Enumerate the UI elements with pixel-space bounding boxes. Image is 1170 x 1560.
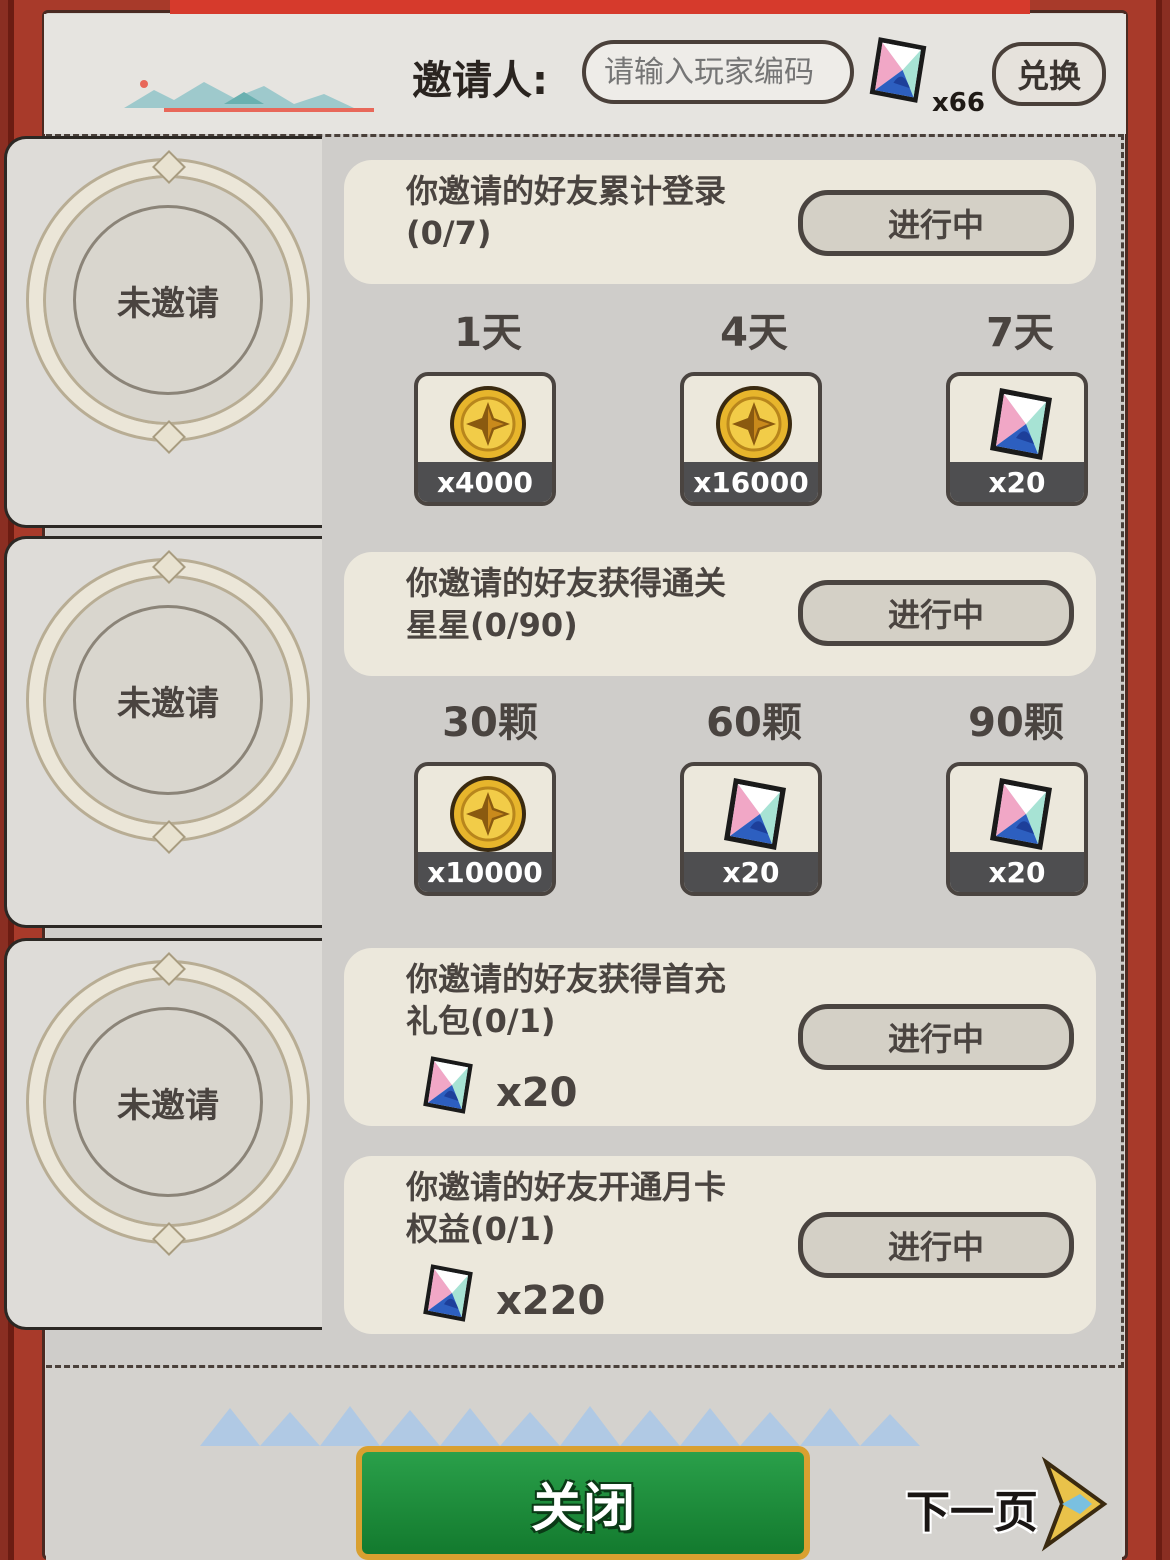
reward-quantity: x20 <box>950 462 1084 502</box>
reward-card[interactable]: x4000 <box>414 372 556 506</box>
reward-card[interactable]: x20 <box>946 372 1088 506</box>
invite-slot-1[interactable]: 未邀请 <box>4 136 322 528</box>
invite-slot-3[interactable]: 未邀请 <box>4 938 322 1330</box>
inviter-label: 邀请人: <box>412 58 548 104</box>
reward-quantity: x4000 <box>418 462 552 502</box>
invite-slot-2[interactable]: 未邀请 <box>4 536 322 928</box>
task-title: 你邀请的好友获得首充 礼包(0/1) <box>406 960 727 1040</box>
invite-slot-label: 未邀请 <box>73 605 263 795</box>
gem-icon <box>986 774 1056 854</box>
mountain-decoration-icon <box>200 1406 920 1446</box>
milestone-label: 30颗 <box>442 700 538 746</box>
coin-icon <box>714 384 794 464</box>
reward-quantity: x20 <box>950 852 1084 892</box>
task-title: 你邀请的好友获得通关 星星(0/90) <box>406 564 727 644</box>
player-code-input[interactable] <box>582 40 854 104</box>
gem-icon <box>986 384 1056 464</box>
milestone-label: 1天 <box>454 310 522 356</box>
invite-ring: 未邀请 <box>29 161 307 439</box>
task-first-recharge-card: 你邀请的好友获得首充 礼包(0/1) 进行中 x20 <box>344 948 1096 1126</box>
milestone-label: 60颗 <box>706 700 802 746</box>
gem-balance: x66 <box>866 32 986 118</box>
invite-slot-label: 未邀请 <box>73 205 263 395</box>
next-page-button[interactable]: 下一页 <box>900 1456 1110 1552</box>
reward-quantity: x20 <box>684 852 818 892</box>
invite-ring: 未邀请 <box>29 963 307 1241</box>
task-login-card: 你邀请的好友累计登录 (0/7) 进行中 <box>344 160 1096 284</box>
task-status-button[interactable]: 进行中 <box>798 580 1074 646</box>
task-title: 你邀请的好友累计登录 (0/7) <box>406 172 727 252</box>
invite-ring: 未邀请 <box>29 561 307 839</box>
redeem-button[interactable]: 兑换 <box>992 42 1106 106</box>
reward-card[interactable]: x16000 <box>680 372 822 506</box>
task-status-button[interactable]: 进行中 <box>798 1212 1074 1278</box>
milestone-label: 7天 <box>986 310 1054 356</box>
task-monthly-card: 你邀请的好友开通月卡 权益(0/1) 进行中 x220 <box>344 1156 1096 1334</box>
task-status-button[interactable]: 进行中 <box>798 190 1074 256</box>
reward-card[interactable]: x20 <box>680 762 822 896</box>
gem-count: x66 <box>932 88 985 118</box>
task-stars-card: 你邀请的好友获得通关 星星(0/90) 进行中 <box>344 552 1096 676</box>
coin-icon <box>448 774 528 854</box>
close-button[interactable]: 关闭 <box>356 1446 810 1560</box>
milestone-label: 4天 <box>720 310 788 356</box>
arrow-right-icon <box>1041 1456 1108 1552</box>
reward-quantity: x220 <box>496 1278 606 1324</box>
reward-quantity: x10000 <box>418 852 552 892</box>
gem-icon <box>420 1260 476 1326</box>
milestone-label: 90颗 <box>968 700 1064 746</box>
landscape-decoration-icon <box>124 80 374 112</box>
invite-slot-label: 未邀请 <box>73 1007 263 1197</box>
reward-card[interactable]: x20 <box>946 762 1088 896</box>
gem-icon <box>420 1052 476 1118</box>
task-title: 你邀请的好友开通月卡 权益(0/1) <box>406 1168 727 1248</box>
reward-card[interactable]: x10000 <box>414 762 556 896</box>
reward-quantity: x20 <box>496 1070 578 1116</box>
gem-icon <box>866 32 930 108</box>
reward-quantity: x16000 <box>684 462 818 502</box>
gem-icon <box>720 774 790 854</box>
next-page-label: 下一页 <box>906 1487 1038 1538</box>
task-status-button[interactable]: 进行中 <box>798 1004 1074 1070</box>
coin-icon <box>448 384 528 464</box>
